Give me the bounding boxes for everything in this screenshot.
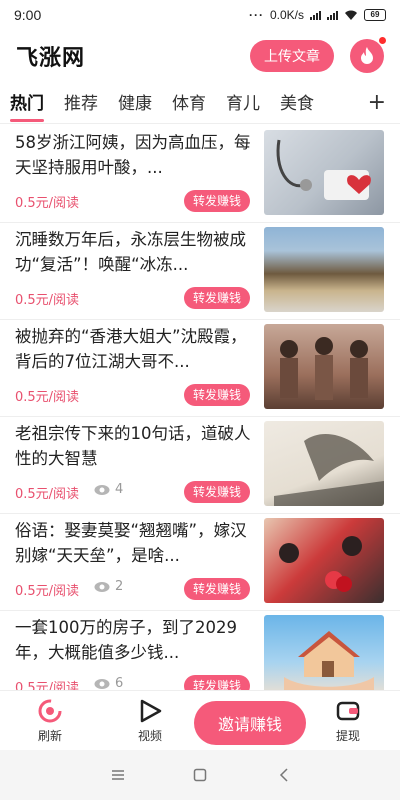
- article-thumbnail: [264, 227, 384, 312]
- article-title: 58岁浙江阿姨，因为高血压，每天坚持服用叶酸，...: [15, 133, 251, 177]
- article-item[interactable]: 被抛弃的“香港大姐大”沈殿霞，背后的7位江湖大哥不... 0.5元/阅读 转发赚…: [0, 320, 400, 417]
- article-title: 沉睡数万年后，永冻层生物被成功“复活”！唤醒“冰冻...: [15, 230, 246, 274]
- battery-icon: 69: [364, 9, 386, 21]
- article-price: 0.5元/阅读: [15, 584, 80, 599]
- category-tabs: 热门 推荐 健康 体育 育儿 美食 +: [0, 84, 400, 124]
- article-item[interactable]: 老祖宗传下来的10句话，道破人性的大智慧 0.5元/阅读 4 转发赚钱: [0, 417, 400, 514]
- menu-icon[interactable]: [110, 767, 126, 783]
- article-thumbnail: [264, 615, 384, 690]
- nav-refresh[interactable]: 刷新: [20, 697, 80, 744]
- view-count: 2: [94, 579, 123, 594]
- wedding-photo-image: [279, 536, 362, 592]
- article-item[interactable]: 一套100万的房子，到了2029年，大概能值多少钱... 0.5元/阅读 6 转…: [0, 611, 400, 690]
- article-price: 0.5元/阅读: [15, 196, 80, 211]
- article-item[interactable]: 俗语：娶妻莫娶“翘翘嘴”，嫁汉别嫁“天天垒”，是啥... 0.5元/阅读 2 转…: [0, 514, 400, 611]
- house-in-hands-image: [284, 631, 374, 690]
- network-speed: 0.0K/s: [269, 8, 304, 22]
- article-title: 俗语：娶妻莫娶“翘翘嘴”，嫁汉别嫁“天天垒”，是啥...: [15, 521, 247, 565]
- share-earn-button[interactable]: 转发赚钱: [184, 675, 251, 690]
- bottom-nav: 刷新 视频 邀请赚钱 提现: [0, 690, 400, 750]
- wifi-icon: [345, 10, 357, 20]
- status-bar: 9:00 ··· 0.0K/s 69: [0, 0, 400, 30]
- view-count-value: 2: [115, 579, 124, 594]
- refresh-icon: [38, 699, 62, 723]
- status-indicators: ··· 0.0K/s 69: [249, 8, 386, 22]
- app-title: 飞涨网: [16, 46, 86, 71]
- share-earn-button[interactable]: 转发赚钱: [184, 287, 251, 309]
- tab-parenting[interactable]: 育儿: [226, 84, 260, 124]
- ink-painting-image: [274, 433, 384, 506]
- system-nav-bar: [0, 750, 400, 800]
- view-count: 6: [94, 676, 123, 690]
- stethoscope-heart-image: [276, 139, 371, 200]
- app-header: 飞涨网 上传文章: [0, 30, 400, 82]
- notification-dot: [379, 37, 386, 44]
- article-price: 0.5元/阅读: [15, 487, 80, 502]
- tab-sports[interactable]: 体育: [172, 84, 206, 124]
- upload-article-button[interactable]: 上传文章: [250, 40, 334, 72]
- eye-icon: [94, 678, 110, 689]
- tab-food[interactable]: 美食: [280, 84, 314, 124]
- share-earn-button[interactable]: 转发赚钱: [184, 190, 251, 212]
- tab-recommend[interactable]: 推荐: [64, 84, 98, 124]
- article-price: 0.5元/阅读: [15, 390, 80, 405]
- share-earn-button[interactable]: 转发赚钱: [184, 384, 251, 406]
- flame-icon: [361, 47, 373, 64]
- article-title: 被抛弃的“香港大姐大”沈殿霞，背后的7位江湖大哥不...: [15, 327, 247, 371]
- nav-video-label: 视频: [137, 729, 162, 743]
- share-earn-button[interactable]: 转发赚钱: [184, 578, 251, 600]
- more-dots-icon: ···: [248, 8, 264, 22]
- view-count: 4: [94, 482, 123, 497]
- article-item[interactable]: 58岁浙江阿姨，因为高血压，每天坚持服用叶酸，... 0.5元/阅读 转发赚钱: [0, 126, 400, 223]
- view-count-value: 4: [115, 482, 124, 497]
- article-price: 0.5元/阅读: [15, 681, 80, 690]
- article-price: 0.5元/阅读: [15, 293, 80, 308]
- back-icon[interactable]: [276, 767, 292, 783]
- add-tab-icon[interactable]: +: [368, 90, 386, 115]
- article-feed[interactable]: 58岁浙江阿姨，因为高血压，每天坚持服用叶酸，... 0.5元/阅读 转发赚钱 …: [0, 126, 400, 690]
- view-count-value: 6: [115, 676, 124, 690]
- signal-icon: [310, 10, 321, 20]
- nav-refresh-label: 刷新: [37, 729, 62, 743]
- share-earn-button[interactable]: 转发赚钱: [184, 481, 251, 503]
- play-icon: [140, 699, 162, 723]
- article-thumbnail: [264, 324, 384, 409]
- home-icon[interactable]: [192, 767, 208, 783]
- article-item[interactable]: 沉睡数万年后，永冻层生物被成功“复活”！唤醒“冰冻... 0.5元/阅读 转发赚…: [0, 223, 400, 320]
- article-thumbnail: [264, 518, 384, 603]
- article-thumbnail: [264, 130, 384, 215]
- article-title: 一套100万的房子，到了2029年，大概能值多少钱...: [15, 618, 237, 662]
- tab-hot[interactable]: 热门: [10, 84, 44, 124]
- status-time: 9:00: [14, 7, 42, 23]
- group-photo-image: [280, 337, 368, 400]
- hot-button[interactable]: [350, 37, 386, 73]
- wallet-icon: [336, 701, 360, 721]
- nav-withdraw-label: 提现: [335, 729, 360, 743]
- eye-icon: [94, 484, 110, 495]
- signal-icon-2: [327, 10, 338, 20]
- article-thumbnail: [264, 421, 384, 506]
- tab-health[interactable]: 健康: [118, 84, 152, 124]
- nav-video[interactable]: 视频: [120, 697, 180, 744]
- invite-earn-button[interactable]: 邀请赚钱: [194, 701, 306, 745]
- article-title: 老祖宗传下来的10句话，道破人性的大智慧: [15, 424, 251, 468]
- eye-icon: [94, 581, 110, 592]
- nav-withdraw[interactable]: 提现: [318, 697, 378, 744]
